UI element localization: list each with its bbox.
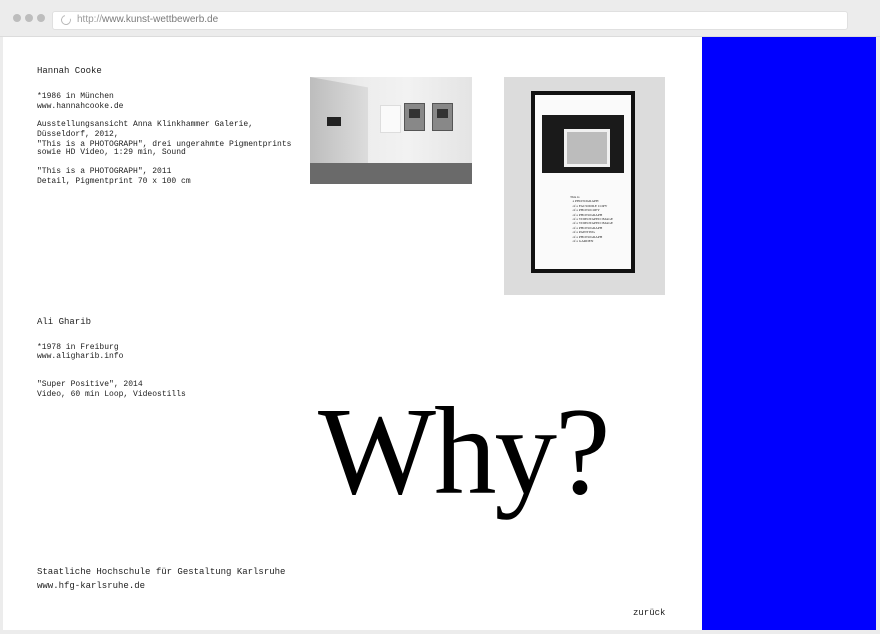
print-frame [404, 103, 425, 131]
minimize-window-dot[interactable] [25, 14, 33, 22]
print-frame: This is a PHOTOGRAPH of a FACSIMILE COPY… [531, 91, 635, 273]
url-host: www.kunst-wettbewerb.de [102, 14, 219, 25]
maximize-window-dot[interactable] [37, 14, 45, 22]
browser-toolbar: http://www.kunst-wettbewerb.de [0, 0, 880, 37]
window-controls [13, 14, 45, 22]
artist1-birth: *1986 in München [37, 92, 114, 101]
print-image [542, 115, 624, 173]
address-bar[interactable]: http://www.kunst-wettbewerb.de [52, 11, 848, 30]
artist2-website[interactable]: www.aligharib.info [37, 352, 123, 362]
framed-print-photo[interactable]: This is a PHOTOGRAPH of a FACSIMILE COPY… [504, 77, 665, 295]
exhibition-photo[interactable] [310, 77, 472, 184]
video-screen [327, 117, 341, 126]
back-link[interactable]: zurück [633, 608, 665, 618]
artist1-name: Hannah Cooke [37, 66, 102, 76]
artist1-website[interactable]: www.hannahcooke.de [37, 102, 123, 112]
artist2-desc-line1: "Super Positive", 2014 [37, 380, 143, 389]
url-protocol: http:// [77, 14, 103, 25]
browser-window: http://www.kunst-wettbewerb.de Hannah Co… [0, 0, 880, 634]
close-window-dot[interactable] [13, 14, 21, 22]
artist2-name: Ali Gharib [37, 317, 92, 327]
print-title: This is [570, 195, 580, 199]
url-text: http://www.kunst-wettbewerb.de [77, 14, 218, 25]
artist1-desc1-line2: Düsseldorf, 2012, [37, 130, 119, 139]
print-frame [432, 103, 453, 131]
artist1-desc2-line1: "This is a PHOTOGRAPH", 2011 [37, 167, 172, 176]
reload-icon[interactable] [59, 13, 73, 27]
artist1-desc1-line1: Ausstellungsansicht Anna Klinkhammer Gal… [37, 120, 254, 129]
artist2-desc-line2: Video, 60 min Loop, Videostills [37, 390, 186, 399]
artist1-desc1-line4: sowie HD Video, 1:29 min, Sound [37, 148, 186, 157]
print-text: This is a PHOTOGRAPH of a FACSIMILE COPY… [570, 195, 614, 244]
school-website[interactable]: www.hfg-karlsruhe.de [37, 581, 145, 591]
artist1-desc2-line2: Detail, Pigmentprint 70 x 100 cm [37, 177, 191, 186]
headline-why: Why? [318, 383, 610, 521]
school-name: Staatliche Hochschule für Gestaltung Kar… [37, 567, 286, 577]
print-frame [380, 105, 401, 133]
blue-sidebar [702, 37, 876, 630]
